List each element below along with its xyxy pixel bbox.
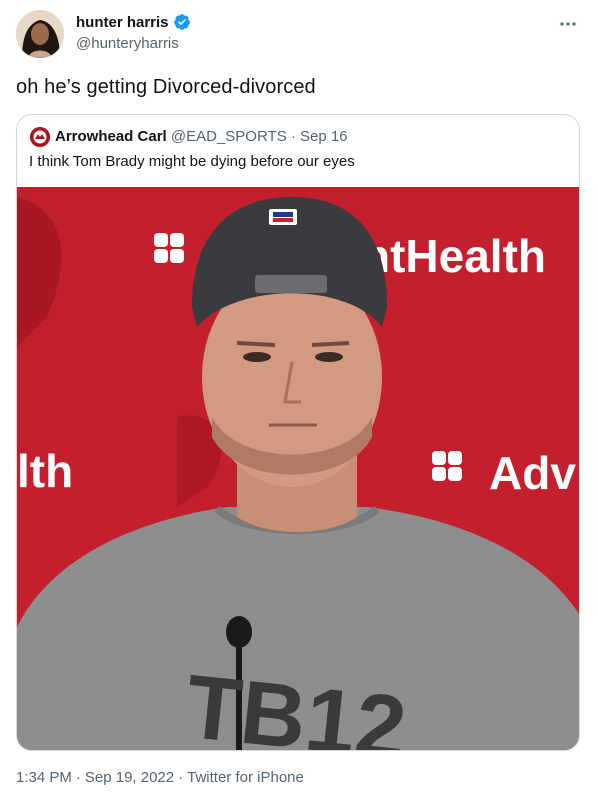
- quoted-date: Sep 16: [300, 128, 348, 145]
- tweet-time[interactable]: 1:34 PM: [16, 769, 72, 786]
- author-display-name[interactable]: hunter harris: [76, 14, 169, 31]
- author-avatar[interactable]: [16, 10, 64, 58]
- meta-separator: ·: [178, 769, 184, 786]
- verified-badge-icon: [173, 13, 191, 31]
- backdrop-text-1: ntHealth: [362, 230, 546, 282]
- author-name-row[interactable]: hunter harris: [76, 13, 191, 31]
- tweet-meta: 1:34 PM · Sep 19, 2022 · Twitter for iPh…: [16, 769, 304, 786]
- quoted-tweet[interactable]: Arrowhead Carl @EAD_SPORTS · Sep 16 I th…: [16, 114, 580, 751]
- quoted-handle: @EAD_SPORTS: [170, 128, 287, 145]
- quoted-text: I think Tom Brady might be dying before …: [29, 153, 355, 170]
- tweet-source[interactable]: Twitter for iPhone: [187, 769, 304, 786]
- quoted-photo[interactable]: ntHealth lth Adv TB12: [17, 187, 579, 750]
- quoted-header: Arrowhead Carl @EAD_SPORTS · Sep 16: [55, 128, 348, 145]
- quoted-separator: ·: [290, 128, 296, 145]
- more-options-icon[interactable]: [556, 12, 580, 36]
- tweet-text: oh he’s getting Divorced-divorced: [16, 76, 316, 98]
- quoted-display-name: Arrowhead Carl: [55, 128, 167, 145]
- meta-separator: ·: [75, 769, 81, 786]
- quoted-author-avatar: [30, 127, 50, 147]
- author-handle[interactable]: @hunteryharris: [76, 35, 179, 52]
- backdrop-text-3: Adv: [489, 447, 576, 499]
- tweet-date[interactable]: Sep 19, 2022: [85, 769, 174, 786]
- tweet-card: hunter harris @hunteryharris oh he’s get…: [0, 0, 598, 804]
- backdrop-text-2: lth: [17, 445, 73, 497]
